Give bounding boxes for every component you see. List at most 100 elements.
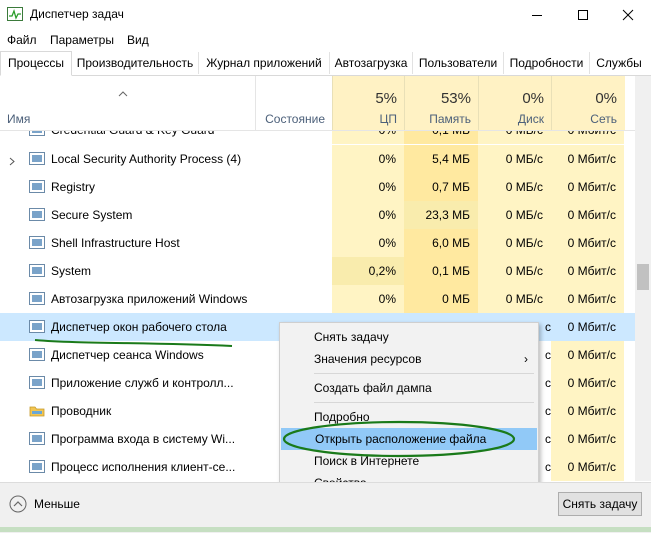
process-network: 0 Мбит/с [551,341,624,369]
process-memory: 0,1 МБ [404,131,478,144]
ctx-open-file-location[interactable]: Открыть расположение файла [281,428,537,450]
process-disk: с [545,376,551,390]
task-manager-icon [7,7,23,21]
tab-processes[interactable]: Процессы [0,51,72,76]
process-icon [29,320,45,333]
process-name: Приложение служб и контролл... [51,376,234,390]
column-header-row: Имя Состояние 5% ЦП 53% Память 0% Диск 0… [0,76,635,131]
process-name: Registry [51,180,96,194]
ctx-end-task[interactable]: Снять задачу [280,326,538,348]
process-cpu: 0% [332,285,404,313]
expand-chevron-icon[interactable] [9,155,15,169]
process-disk: с [545,432,551,446]
process-icon [29,376,45,389]
process-memory: 6,0 МБ [404,229,478,257]
header-network-pct: 0% [595,90,617,107]
process-disk: 0 МБ/с [478,145,551,173]
scrollbar-thumb[interactable] [637,264,649,290]
process-icon [29,292,45,305]
tab-performance[interactable]: Производительность [72,52,199,74]
process-cpu: 0,2% [332,257,404,285]
window-title: Диспетчер задач [30,7,124,21]
process-icon [29,180,45,193]
process-name: Процесс исполнения клиент-се... [51,460,236,474]
ctx-create-dump[interactable]: Создать файл дампа [280,377,538,399]
menu-view[interactable]: Вид [127,33,149,47]
process-name: Проводник [51,404,112,418]
bottom-edge [0,527,651,532]
ctx-resource-values[interactable]: Значения ресурсов › [280,348,538,370]
process-network: 0 Мбит/с [551,229,624,257]
process-icon [29,208,45,221]
process-memory: 0 МБ [404,285,478,313]
header-disk[interactable]: 0% Диск [478,76,552,130]
process-disk: 0 МБ/с [478,201,551,229]
header-memory-label: Память [429,112,471,126]
header-cpu[interactable]: 5% ЦП [332,76,405,130]
vertical-scrollbar[interactable] [635,76,651,481]
process-name: Автозагрузка приложений Windows [51,292,248,306]
menu-options[interactable]: Параметры [50,33,114,47]
process-cpu: 0% [332,145,404,173]
header-cpu-pct: 5% [375,90,397,107]
process-network: 0 Мбит/с [567,320,616,334]
header-name[interactable]: Имя [0,76,255,130]
process-icon [29,264,45,277]
process-icon [29,152,45,165]
process-network: 0 Мбит/с [551,425,624,453]
process-name: Программа входа в систему Wi... [51,432,236,446]
process-name: Shell Infrastructure Host [51,236,180,250]
table-row[interactable]: Автозагрузка приложений Windows 0% 0 МБ … [0,285,635,313]
header-memory[interactable]: 53% Память [404,76,479,130]
process-disk: с [545,404,551,418]
close-button[interactable] [605,0,651,30]
table-row[interactable]: Credential Guard & Key Guard 0% 0,1 МБ 0… [0,131,635,144]
tab-startup[interactable]: Автозагрузка [330,52,413,74]
chevron-up-circle-icon [9,495,27,513]
table-row[interactable]: Local Security Authority Process (4) 0% … [0,145,635,173]
header-network[interactable]: 0% Сеть [551,76,625,130]
process-disk: с [545,320,551,334]
tab-details[interactable]: Подробности [504,52,590,74]
tab-bar: Процессы Производительность Журнал прило… [0,51,651,76]
header-disk-label: Диск [517,112,544,126]
header-status-label: Состояние [265,112,325,126]
process-memory: 0,7 МБ [404,173,478,201]
process-icon [29,460,45,473]
tab-services[interactable]: Службы [590,52,648,74]
tab-app-history[interactable]: Журнал приложений [199,52,330,74]
folder-icon [29,404,45,417]
table-row[interactable]: Shell Infrastructure Host 0% 6,0 МБ 0 МБ… [0,229,635,257]
process-name: System [51,264,92,278]
process-name: Local Security Authority Process (4) [51,152,242,166]
process-network: 0 Мбит/с [551,397,624,425]
minimize-button[interactable] [514,0,560,30]
less-button[interactable]: Меньше [9,495,80,513]
menu-file[interactable]: Файл [7,33,37,47]
ctx-search-online[interactable]: Поиск в Интернете [280,450,538,472]
process-disk: с [545,348,551,362]
header-name-label: Имя [7,112,31,126]
table-row[interactable]: Registry 0% 0,7 МБ 0 МБ/с 0 Мбит/с [0,173,635,201]
maximize-button[interactable] [560,0,606,30]
process-cpu: 0% [332,131,404,144]
process-network: 0 Мбит/с [551,201,624,229]
header-status[interactable]: Состояние [255,76,333,130]
menu-bar: Файл Параметры Вид [0,30,651,50]
header-cpu-label: ЦП [379,112,397,126]
table-row[interactable]: System 0,2% 0,1 МБ 0 МБ/с 0 Мбит/с [0,257,635,285]
process-icon [29,432,45,445]
table-row[interactable]: Secure System 0% 23,3 МБ 0 МБ/с 0 Мбит/с [0,201,635,229]
title-bar: Диспетчер задач [0,0,651,30]
ctx-details[interactable]: Подробно [280,406,538,428]
process-network: 0 Мбит/с [551,173,624,201]
menu-separator [314,373,534,374]
menu-separator [314,402,534,403]
tab-users[interactable]: Пользователи [413,52,504,74]
footer-bar: Меньше Снять задачу [0,482,651,533]
header-memory-pct: 53% [440,90,471,107]
less-button-label: Меньше [34,497,80,511]
end-task-button[interactable]: Снять задачу [558,492,642,516]
process-memory: 23,3 МБ [404,201,478,229]
process-network: 0 Мбит/с [551,131,624,144]
